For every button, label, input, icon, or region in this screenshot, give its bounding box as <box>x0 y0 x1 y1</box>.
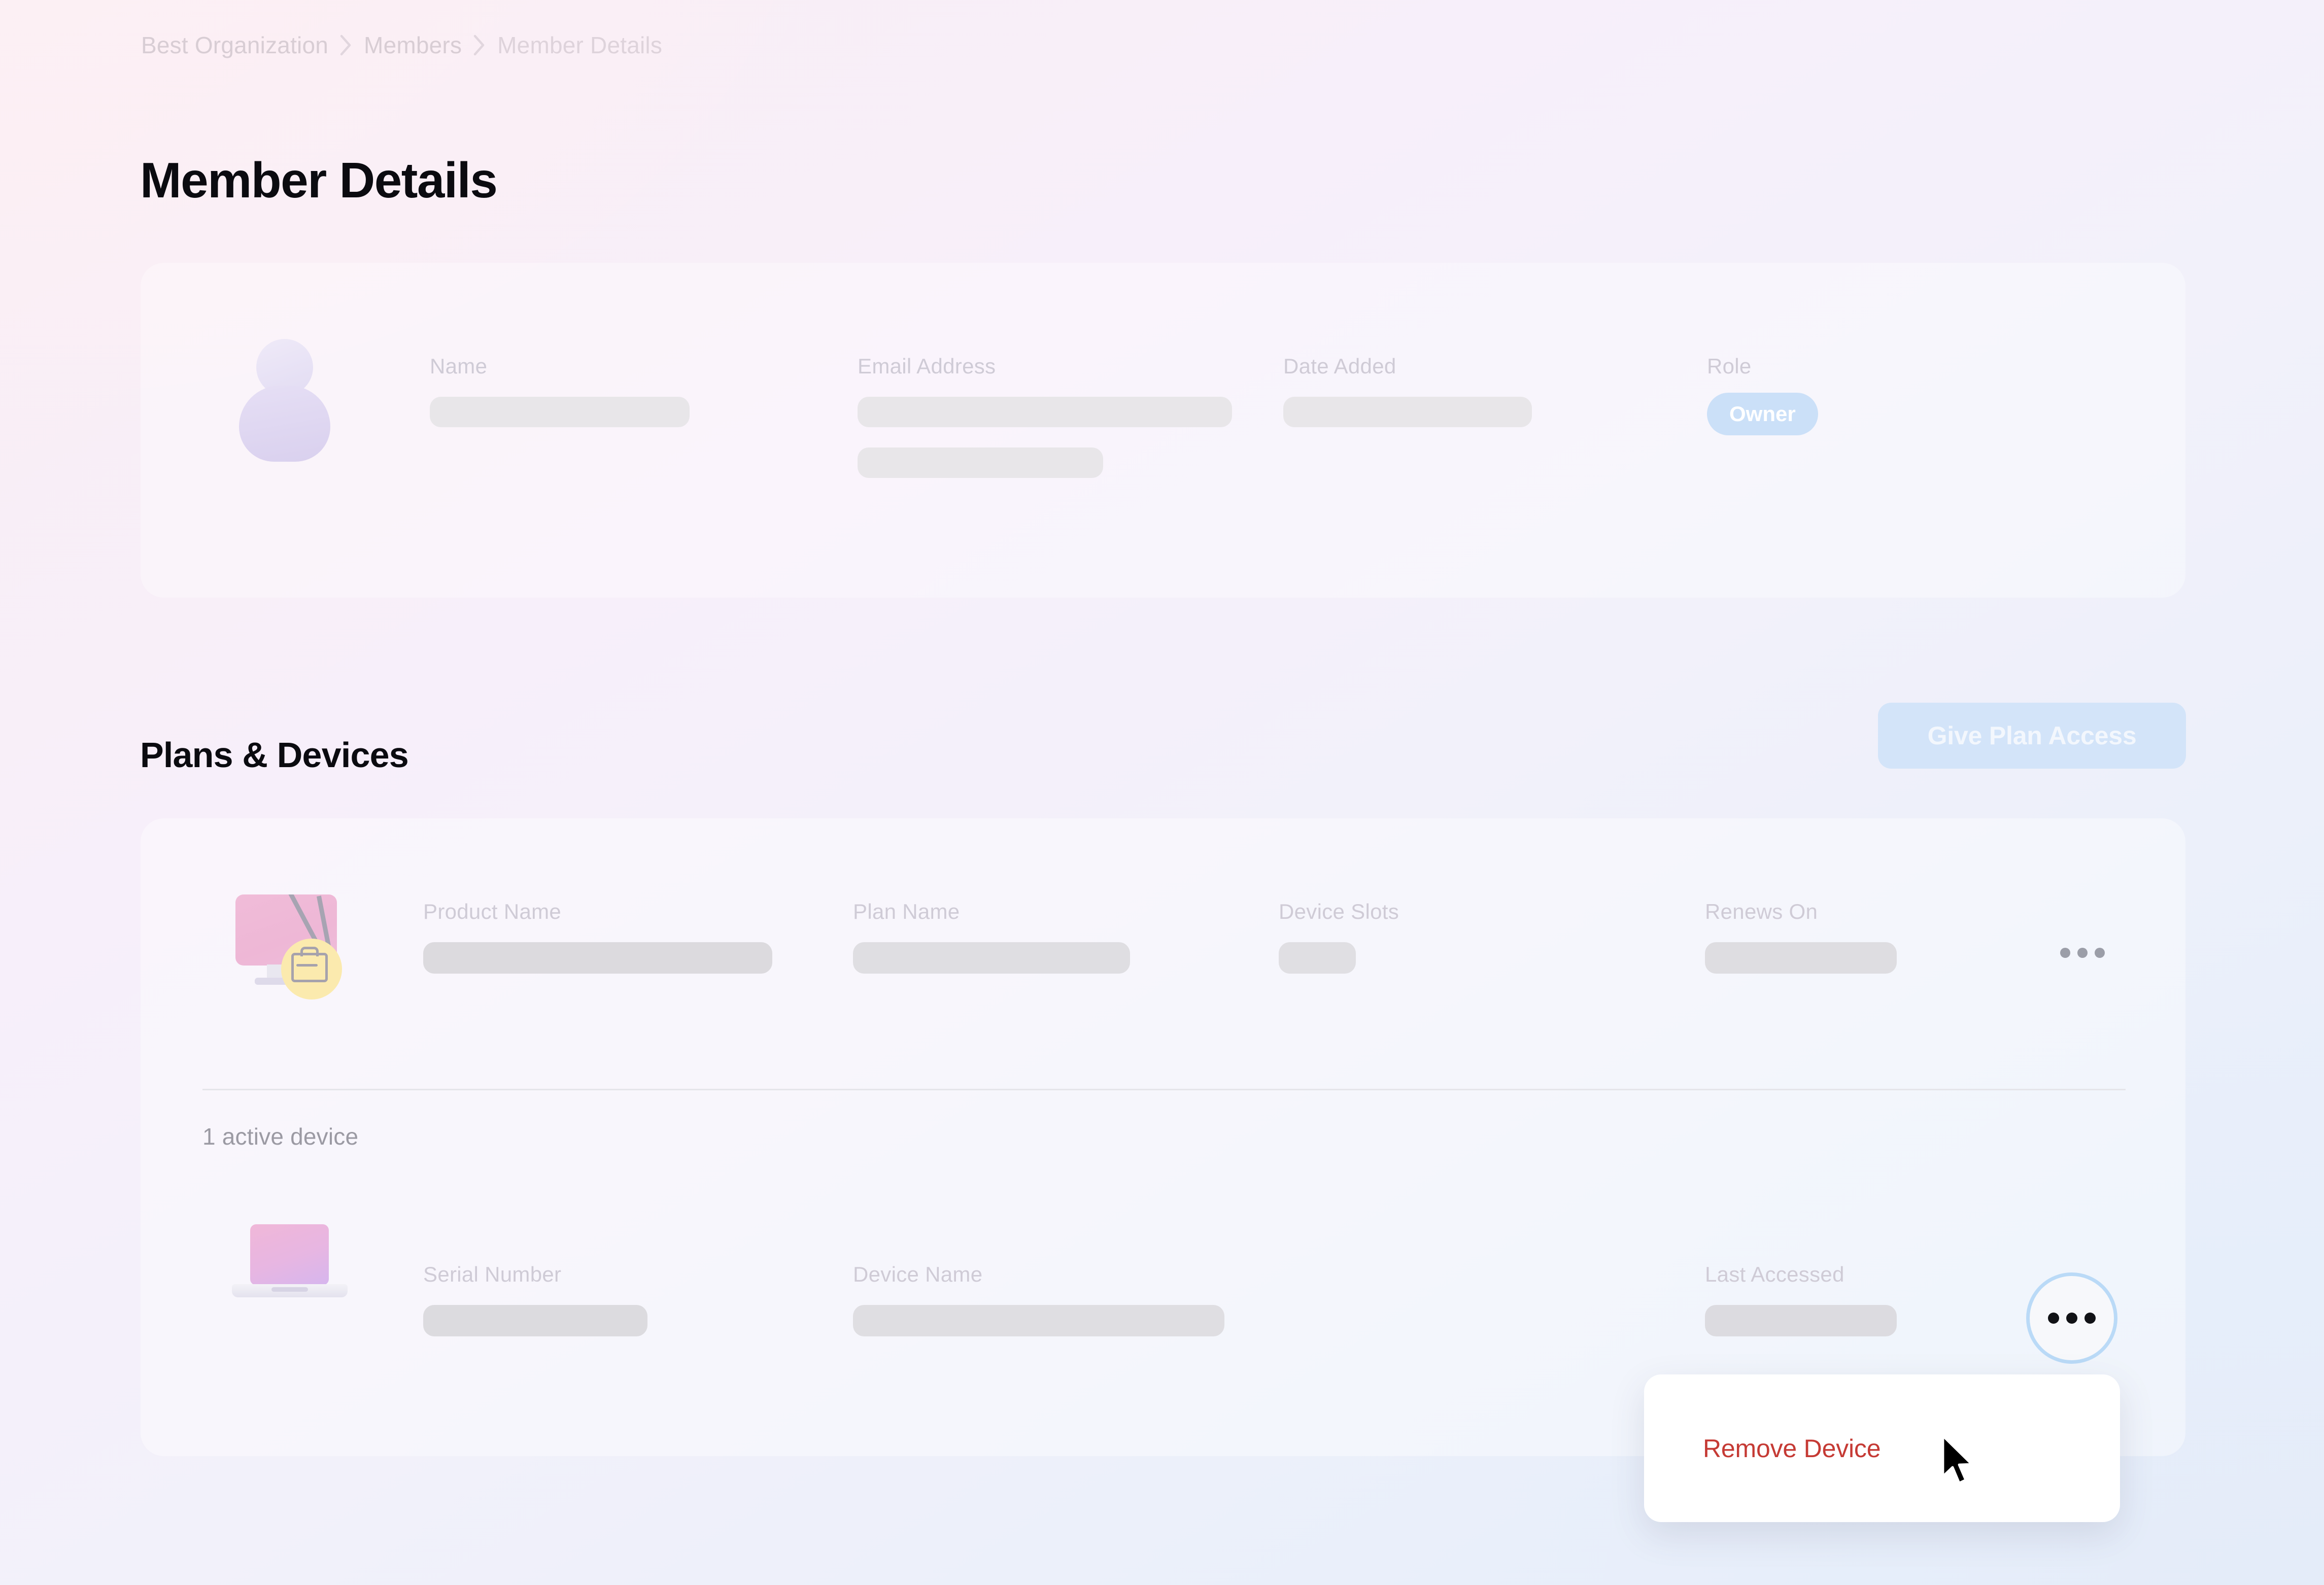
card-divider <box>202 1089 2126 1090</box>
column-serial-number: Serial Number <box>423 1262 647 1336</box>
column-label-renews-on: Renews On <box>1705 900 1818 923</box>
breadcrumb-item-members[interactable]: Members <box>364 31 462 59</box>
field-label-name: Name <box>430 354 488 378</box>
device-context-menu: Remove Device <box>1644 1374 2120 1522</box>
column-product-name: Product Name <box>423 900 772 974</box>
value-placeholder-email-2 <box>858 447 1103 478</box>
chevron-right-icon-2 <box>462 34 497 56</box>
breadcrumb: Best Organization Members Member Details <box>141 31 662 59</box>
column-last-accessed: Last Accessed <box>1705 1262 1897 1336</box>
desktop-monitor-briefcase-icon <box>224 890 349 1007</box>
section-title-plans-devices: Plans & Devices <box>140 735 409 775</box>
value-placeholder-renews-on <box>1705 942 1897 974</box>
value-placeholder-device-slots <box>1279 942 1356 974</box>
chevron-right-icon <box>328 34 364 56</box>
value-placeholder-device-name <box>853 1305 1224 1336</box>
column-renews-on: Renews On <box>1705 900 1897 974</box>
value-placeholder-plan-name <box>853 942 1130 974</box>
field-label-date-added: Date Added <box>1283 354 1396 378</box>
column-device-name: Device Name <box>853 1262 1224 1336</box>
plan-row-ellipsis-horizontal-icon[interactable] <box>2060 948 2105 958</box>
active-device-count: 1 active device <box>202 1123 359 1150</box>
value-placeholder-serial-number <box>423 1305 647 1336</box>
field-email: Email Address <box>858 354 1232 478</box>
menu-item-remove-device[interactable]: Remove Device <box>1644 1434 1881 1463</box>
field-name: Name <box>430 354 690 427</box>
column-device-slots: Device Slots <box>1279 900 1399 974</box>
column-label-device-name: Device Name <box>853 1262 983 1286</box>
field-date-added: Date Added <box>1283 354 1532 427</box>
give-plan-access-button[interactable]: Give Plan Access <box>1878 703 2186 769</box>
column-label-plan-name: Plan Name <box>853 900 960 923</box>
user-avatar-icon <box>231 339 340 462</box>
column-label-product-name: Product Name <box>423 900 562 923</box>
breadcrumb-item-member-details: Member Details <box>497 32 663 58</box>
page-title: Member Details <box>140 152 498 208</box>
column-label-last-accessed: Last Accessed <box>1705 1262 1844 1286</box>
page-root: Best Organization Members Member Details… <box>0 0 2324 1585</box>
ellipsis-horizontal-icon <box>2048 1313 2096 1324</box>
laptop-icon <box>226 1224 348 1311</box>
mouse-pointer-icon <box>1940 1434 1978 1488</box>
field-label-role: Role <box>1707 354 1752 378</box>
device-row-menu-button[interactable] <box>2026 1272 2117 1364</box>
field-label-email: Email Address <box>858 354 996 378</box>
value-placeholder-date-added <box>1283 397 1532 427</box>
breadcrumb-item-organization[interactable]: Best Organization <box>141 31 328 59</box>
member-details-card: Name Email Address Date Added Role Owner <box>141 263 2185 598</box>
value-placeholder-email-1 <box>858 397 1232 427</box>
value-placeholder-last-accessed <box>1705 1305 1897 1336</box>
plans-devices-card: Product Name Plan Name Device Slots Rene… <box>141 818 2185 1456</box>
field-role: Role Owner <box>1707 354 1818 435</box>
status-badge-role: Owner <box>1707 393 1818 435</box>
column-label-serial-number: Serial Number <box>423 1262 562 1286</box>
column-plan-name: Plan Name <box>853 900 1130 974</box>
column-label-device-slots: Device Slots <box>1279 900 1399 923</box>
value-placeholder-product-name <box>423 942 772 974</box>
value-placeholder-name <box>430 397 690 427</box>
